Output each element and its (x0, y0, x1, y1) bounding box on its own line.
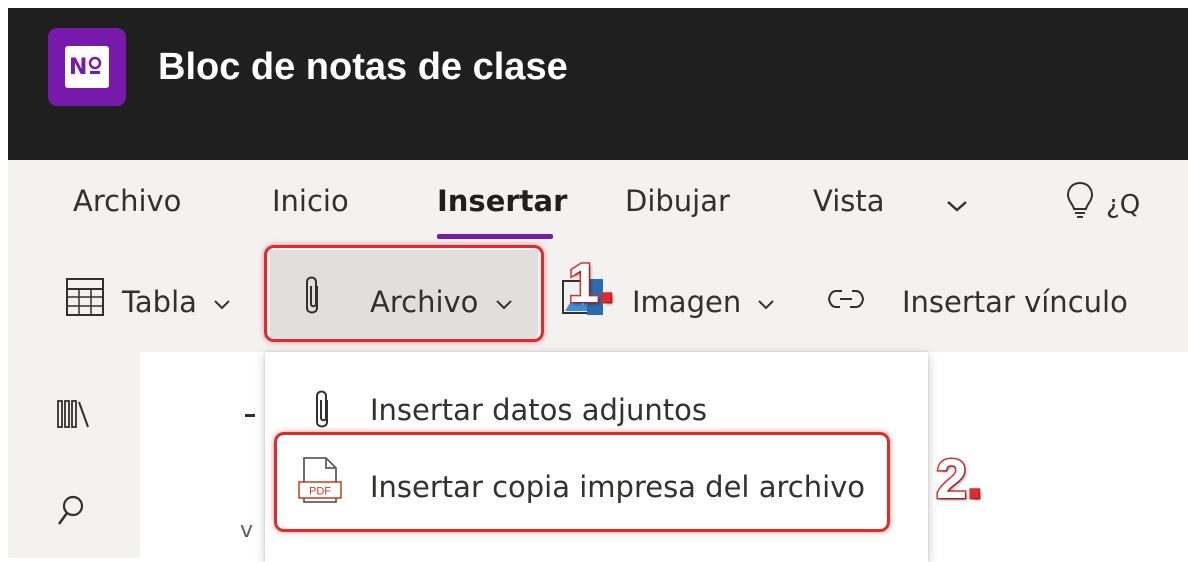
highlight-insertar-copia-impresa (274, 432, 890, 532)
tab-insertar[interactable]: Insertar (437, 184, 567, 218)
page-partial-text: v (240, 518, 254, 543)
tab-dibujar[interactable]: Dibujar (625, 184, 730, 218)
tab-archivo[interactable]: Archivo (73, 184, 181, 218)
more-tabs-chevron-down-icon[interactable] (944, 198, 970, 214)
tab-vista[interactable]: Vista (813, 184, 885, 218)
highlight-archivo-button (264, 245, 544, 342)
tell-me-search-text[interactable]: ¿Q (1106, 190, 1140, 220)
step-2-dot: . (966, 446, 984, 512)
tabla-label: Tabla (122, 285, 197, 319)
frame-left-border (0, 0, 8, 558)
chevron-down-icon (214, 300, 230, 310)
tabla-button[interactable]: Tabla (122, 285, 232, 319)
link-icon[interactable] (826, 285, 866, 313)
step-1-dot: . (598, 250, 616, 316)
app-title: Bloc de notas de clase (158, 46, 568, 88)
step-2-number: 2 (934, 446, 968, 512)
title-bar: N Bloc de notas de clase (8, 8, 1188, 160)
tab-inicio[interactable]: Inicio (272, 184, 349, 218)
step-1-label: 1. (566, 250, 616, 316)
step-1-number: 1 (566, 250, 600, 316)
chevron-down-icon (758, 300, 775, 310)
menu-item-insertar-datos-adjuntos[interactable]: Insertar datos adjuntos (370, 393, 707, 427)
step-2-label: 2. (934, 446, 984, 512)
table-icon[interactable] (65, 277, 105, 317)
active-tab-indicator (437, 234, 553, 239)
imagen-button[interactable]: Imagen (632, 285, 776, 319)
notebooks-icon[interactable] (56, 398, 92, 430)
search-icon[interactable] (56, 494, 86, 528)
lightbulb-icon[interactable] (1065, 180, 1095, 222)
imagen-label: Imagen (632, 285, 742, 319)
onenote-logo-icon: N (48, 28, 126, 106)
insertar-vinculo-button[interactable]: Insertar vínculo (902, 285, 1128, 319)
frame-top-border (0, 0, 1188, 8)
page-title-cursor (245, 414, 255, 417)
paperclip-icon (316, 390, 328, 428)
